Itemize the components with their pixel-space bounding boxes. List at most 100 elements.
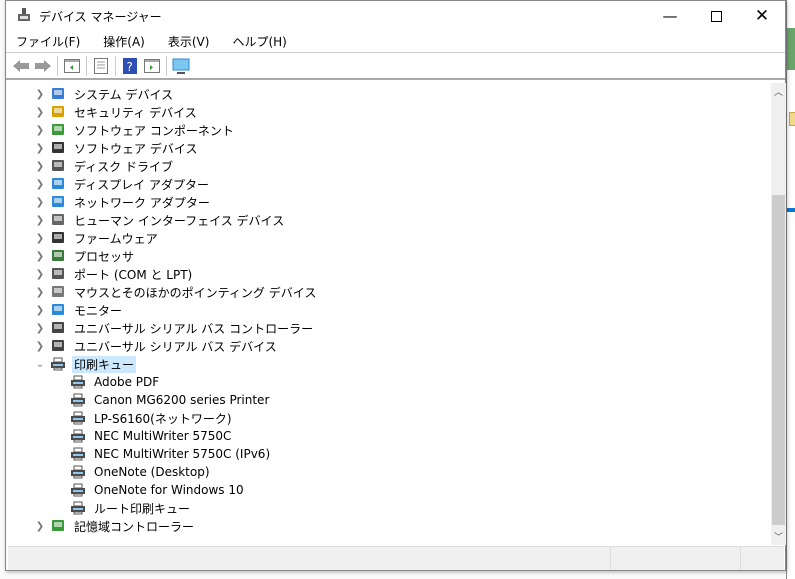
tree-item-label: ディスク ドライブ <box>74 159 173 174</box>
device-manager-icon <box>18 8 30 21</box>
tree-item-label: モニター <box>74 303 123 318</box>
tree-item[interactable]: ルート印刷キュー <box>70 499 192 517</box>
menu-file[interactable]: ファイル(F) <box>13 33 83 50</box>
back-icon[interactable] <box>10 55 32 77</box>
tree-item-label: マウスとそのほかのポインティング デバイス <box>74 285 317 300</box>
window-title: デバイス マネージャー <box>39 9 162 24</box>
scroll-up-icon[interactable]: ︿ <box>771 85 786 98</box>
properties-icon[interactable] <box>90 55 112 77</box>
storage-controller-icon <box>52 520 64 531</box>
tree-item[interactable]: ❯ ネットワーク アダプター <box>36 193 212 211</box>
tree-item[interactable]: ❯ セキュリティ デバイス <box>36 103 199 121</box>
expand-chevron-icon[interactable]: ❯ <box>34 179 46 190</box>
scrollbar-thumb[interactable] <box>772 195 785 525</box>
expand-chevron-icon[interactable]: ❯ <box>34 305 46 316</box>
printer-icon <box>71 375 85 389</box>
tree-item[interactable]: NEC MultiWriter 5750C <box>70 427 233 445</box>
menu-help[interactable]: ヘルプ(H) <box>229 33 289 50</box>
vertical-scrollbar[interactable]: ︿ ﹀ <box>771 83 786 545</box>
tree-item-label: ネットワーク アダプター <box>74 195 210 210</box>
usb-icon <box>52 340 64 351</box>
tree-item[interactable]: ❯ ユニバーサル シリアル バス コントローラー <box>36 319 315 337</box>
tree-item[interactable]: ❯ ヒューマン インターフェイス デバイス <box>36 211 286 229</box>
network-adapter-icon <box>52 196 64 207</box>
tree-item-label: Adobe PDF <box>94 375 160 389</box>
scroll-down-icon[interactable]: ﹀ <box>771 530 786 543</box>
tree-item[interactable]: ❯ ディスク ドライブ <box>36 157 175 175</box>
printer-icon <box>71 465 85 479</box>
hid-icon <box>52 214 64 225</box>
tree-item-label: ソフトウェア コンポーネント <box>74 123 234 138</box>
system-icon <box>52 88 64 99</box>
tree-item-label: ファームウェア <box>74 231 158 246</box>
tree-item[interactable]: ❯ ソフトウェア デバイス <box>36 139 199 157</box>
minimize-button[interactable]: — <box>647 1 693 31</box>
tree-item[interactable]: ❯ 記憶域コントローラー <box>36 517 196 535</box>
expand-chevron-icon[interactable]: ❯ <box>34 323 46 334</box>
scan-hardware-icon[interactable] <box>170 55 192 77</box>
close-button[interactable]: ✕ <box>739 1 785 31</box>
expand-chevron-icon[interactable]: ❯ <box>34 287 46 298</box>
background-window <box>786 0 795 579</box>
expand-chevron-icon[interactable]: ❯ <box>34 341 46 352</box>
firmware-icon <box>52 232 64 243</box>
tree-item[interactable]: OneNote for Windows 10 <box>70 481 246 499</box>
expand-chevron-icon[interactable]: ❯ <box>34 521 46 532</box>
tree-item[interactable]: NEC MultiWriter 5750C (IPv6) <box>70 445 272 463</box>
collapse-chevron-icon[interactable]: ⌄ <box>34 359 46 370</box>
expand-chevron-icon[interactable]: ❯ <box>34 125 46 136</box>
device-tree[interactable]: ❯ システム デバイス ❯ セキュリティ デバイス ❯ ソフトウェア コンポーネント ❯ ソフ… <box>8 83 772 545</box>
printer-icon <box>71 483 85 497</box>
mouse-icon <box>52 286 64 297</box>
forward-icon[interactable] <box>32 55 54 77</box>
expand-chevron-icon[interactable]: ❯ <box>34 107 46 118</box>
software-component-icon <box>52 124 64 135</box>
tree-item[interactable]: ❯ モニター <box>36 301 124 319</box>
expand-chevron-icon[interactable]: ❯ <box>34 197 46 208</box>
expand-chevron-icon[interactable]: ❯ <box>34 143 46 154</box>
title-bar[interactable]: デバイス マネージャー — ✕ <box>6 1 785 31</box>
tree-item[interactable]: ❯ マウスとそのほかのポインティング デバイス <box>36 283 318 301</box>
tree-item[interactable]: LP-S6160(ネットワーク) <box>70 409 234 427</box>
action-pane-icon[interactable] <box>141 55 163 77</box>
tree-item-label: ソフトウェア デバイス <box>74 141 198 156</box>
tree-item-label: NEC MultiWriter 5750C <box>94 429 232 443</box>
tree-item[interactable]: ❯ ソフトウェア コンポーネント <box>36 121 236 139</box>
printer-icon <box>71 447 85 461</box>
printer-icon <box>71 393 85 407</box>
expand-chevron-icon[interactable]: ❯ <box>34 233 46 244</box>
tree-item[interactable]: ⌄ 印刷キュー <box>36 355 137 373</box>
tree-item[interactable]: ❯ システム デバイス <box>36 85 175 103</box>
toolbar: ? <box>6 53 785 80</box>
printer-icon <box>71 411 85 425</box>
menu-view[interactable]: 表示(V) <box>165 33 213 50</box>
tree-item-label: ユニバーサル シリアル バス デバイス <box>74 339 277 354</box>
tree-item[interactable]: ❯ ユニバーサル シリアル バス デバイス <box>36 337 279 355</box>
help-icon[interactable]: ? <box>119 55 141 77</box>
tree-item-label: OneNote (Desktop) <box>94 465 210 479</box>
maximize-button[interactable] <box>693 1 739 31</box>
menu-bar: ファイル(F) 操作(A) 表示(V) ヘルプ(H) <box>6 31 785 53</box>
tree-item-label: ディスプレイ アダプター <box>74 177 209 192</box>
status-bar <box>8 546 784 570</box>
tree-item[interactable]: Canon MG6200 series Printer <box>70 391 271 409</box>
printer-icon <box>51 357 65 371</box>
tree-item[interactable]: ❯ プロセッサ <box>36 247 136 265</box>
tree-item-label: ユニバーサル シリアル バス コントローラー <box>74 321 314 336</box>
tree-item[interactable]: ❯ ディスプレイ アダプター <box>36 175 211 193</box>
tree-item[interactable]: ❯ ポート (COM と LPT) <box>36 265 194 283</box>
expand-chevron-icon[interactable]: ❯ <box>34 251 46 262</box>
expand-chevron-icon[interactable]: ❯ <box>34 161 46 172</box>
expand-chevron-icon[interactable]: ❯ <box>34 269 46 280</box>
tree-item[interactable]: ❯ ファームウェア <box>36 229 160 247</box>
tree-item[interactable]: OneNote (Desktop) <box>70 463 212 481</box>
expand-chevron-icon[interactable]: ❯ <box>34 215 46 226</box>
console-tree-icon[interactable] <box>61 55 83 77</box>
tree-item-label: プロセッサ <box>74 249 135 264</box>
tree-item[interactable]: Adobe PDF <box>70 373 161 391</box>
tree-item-label: 記憶域コントローラー <box>74 519 195 534</box>
menu-action[interactable]: 操作(A) <box>100 33 148 50</box>
expand-chevron-icon[interactable]: ❯ <box>34 89 46 100</box>
tree-item-label: ルート印刷キュー <box>94 501 191 516</box>
tree-item-label: OneNote for Windows 10 <box>94 483 244 497</box>
